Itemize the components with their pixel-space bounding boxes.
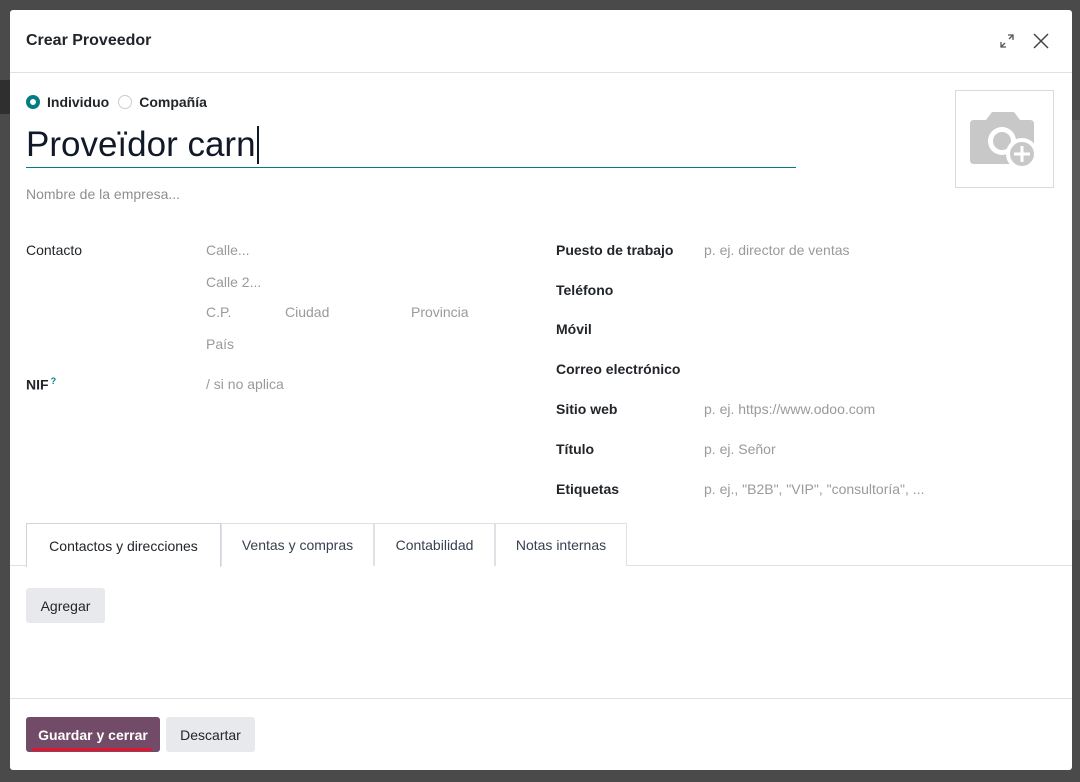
create-vendor-dialog: Crear Proveedor Individuo Compañía Prove…: [10, 10, 1072, 770]
mobile-input[interactable]: [704, 319, 1044, 341]
phone-input[interactable]: [704, 280, 1044, 302]
mobile-label: Móvil: [556, 321, 592, 337]
radio-individual[interactable]: [26, 95, 40, 109]
tab-internal-notes[interactable]: Notas internas: [495, 523, 627, 566]
country-input[interactable]: País: [206, 336, 234, 352]
phone-label: Teléfono: [556, 282, 614, 298]
email-input[interactable]: [704, 359, 1044, 381]
tab-sales-purchases[interactable]: Ventas y compras: [221, 523, 374, 566]
focus-underline: [32, 748, 152, 751]
save-close-button[interactable]: Guardar y cerrar: [26, 717, 160, 752]
tags-input[interactable]: p. ej., "B2B", "VIP", "consultoría", ...: [704, 481, 924, 497]
close-icon: [1033, 33, 1049, 49]
job-position-input[interactable]: p. ej. director de ventas: [704, 242, 850, 258]
tab-contacts-addresses[interactable]: Contactos y direcciones: [26, 523, 221, 567]
tab-accounting[interactable]: Contabilidad: [374, 523, 495, 566]
contact-label: Contacto: [26, 242, 83, 258]
text-caret: [256, 125, 259, 164]
background-app-fragment: [0, 80, 10, 114]
expand-icon: [1000, 34, 1014, 48]
vat-help-icon[interactable]: ?: [51, 376, 57, 386]
radio-individual-label[interactable]: Individuo: [47, 94, 109, 110]
add-contact-button[interactable]: Agregar: [26, 588, 105, 623]
job-position-label: Puesto de trabajo: [556, 242, 674, 258]
company-name-input[interactable]: Nombre de la empresa...: [26, 186, 180, 202]
partner-name-value: Proveïdor carn: [26, 124, 256, 164]
street2-input[interactable]: Calle 2...: [206, 274, 261, 290]
expand-button[interactable]: [992, 26, 1022, 56]
notebook-tabs: Contactos y direcciones Ventas y compras…: [10, 523, 1072, 567]
camera-add-icon: [969, 112, 1038, 170]
vat-input[interactable]: / si no aplica: [206, 376, 284, 392]
company-type-selector: Individuo Compañía: [26, 94, 216, 110]
state-input[interactable]: Provincia: [411, 304, 469, 320]
city-input[interactable]: Ciudad: [285, 304, 329, 320]
website-input[interactable]: p. ej. https://www.odoo.com: [704, 401, 875, 417]
title-label: Título: [556, 441, 595, 457]
website-label: Sitio web: [556, 401, 618, 417]
dialog-header: Crear Proveedor: [10, 10, 1072, 73]
email-label: Correo electrónico: [556, 361, 681, 377]
radio-company[interactable]: [118, 95, 133, 109]
title-input[interactable]: p. ej. Señor: [704, 441, 776, 457]
discard-button[interactable]: Descartar: [166, 717, 255, 752]
save-close-label: Guardar y cerrar: [38, 726, 148, 743]
tags-label: Etiquetas: [556, 481, 620, 497]
partner-name-input[interactable]: Proveïdor carn: [26, 122, 796, 168]
dialog-footer: Guardar y cerrar Descartar: [10, 698, 1072, 770]
dialog-title: Crear Proveedor: [26, 32, 152, 49]
radio-company-label[interactable]: Compañía: [139, 94, 207, 110]
avatar-upload[interactable]: [955, 90, 1054, 188]
zip-input[interactable]: C.P.: [206, 304, 231, 320]
street-input[interactable]: Calle...: [206, 242, 250, 258]
close-button[interactable]: [1026, 26, 1056, 56]
vat-label-text: NIF: [26, 376, 49, 393]
vat-label: NIF?: [26, 376, 56, 393]
